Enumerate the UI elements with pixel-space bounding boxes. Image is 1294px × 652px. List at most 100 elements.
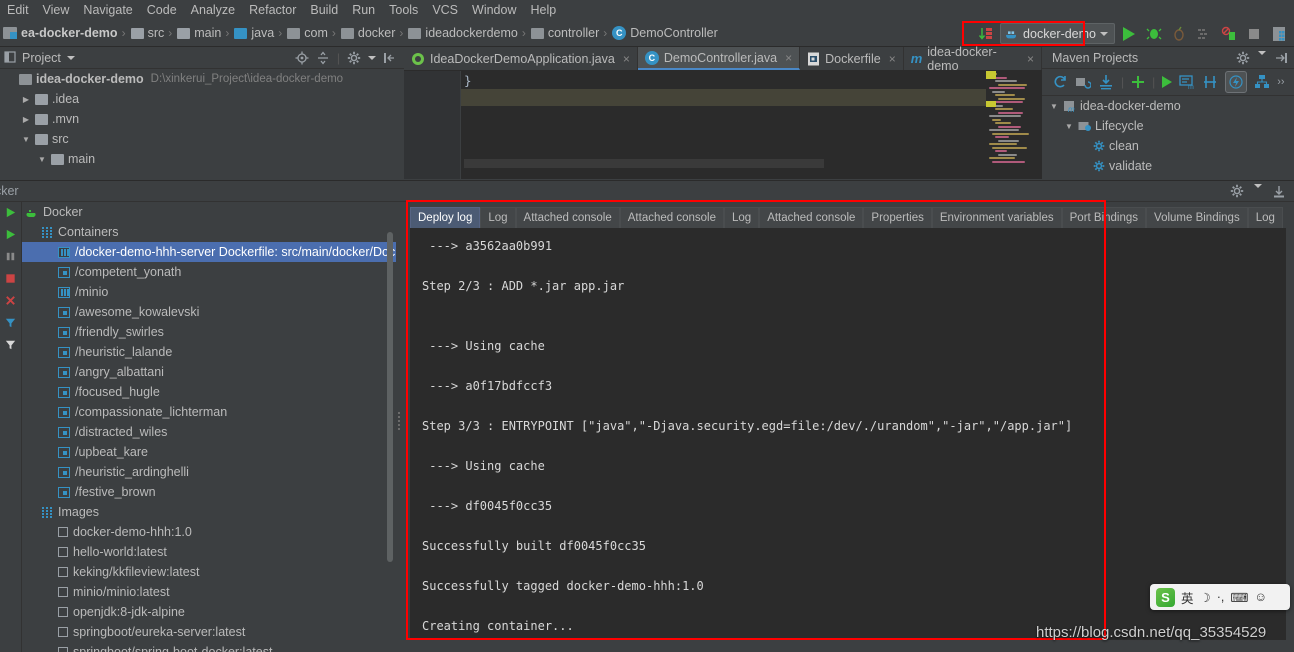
chevron-down-icon[interactable] — [1254, 184, 1262, 188]
pause-icon[interactable] — [4, 250, 17, 263]
docker-tree-row[interactable]: /focused_hugle — [22, 382, 396, 402]
log-tab-bar[interactable]: Deploy logLogAttached consoleAttached co… — [410, 206, 1294, 228]
docker-tree-row[interactable]: /docker-demo-hhh-server Dockerfile: src/… — [22, 242, 396, 262]
close-icon[interactable]: × — [1027, 52, 1034, 66]
chevron-down-icon[interactable] — [67, 56, 75, 60]
project-tree-row[interactable]: ▶.mvn — [0, 109, 404, 129]
breadcrumb-item-controller[interactable]: controller — [528, 26, 601, 40]
settings-gear-icon[interactable] — [347, 51, 361, 65]
profiler-icon[interactable] — [1193, 23, 1215, 45]
download-sources-icon[interactable] — [1098, 74, 1114, 90]
reimport-icon[interactable] — [1052, 74, 1068, 90]
breadcrumb-item-ea-docker-demo[interactable]: ea-docker-demo — [0, 26, 120, 40]
attach-debugger-icon[interactable] — [1218, 23, 1240, 45]
menu-item-refactor[interactable]: Refactor — [242, 1, 303, 19]
project-tree-row[interactable]: ▼src — [0, 129, 404, 149]
ime-item[interactable]: ·, — [1217, 590, 1225, 604]
docker-tree-row[interactable]: springboot/spring-boot-docker:latest — [22, 642, 396, 652]
close-icon[interactable]: × — [785, 51, 792, 65]
settings-gear-icon[interactable] — [1230, 184, 1244, 198]
generate-sources-icon[interactable] — [1075, 74, 1091, 90]
debug-icon[interactable] — [1143, 23, 1165, 45]
project-tree-row[interactable]: ▼main — [0, 149, 404, 169]
code-editor[interactable]: 28 29 } — [404, 71, 1042, 179]
log-tab-properties-6[interactable]: Properties — [863, 207, 931, 228]
docker-tree-row[interactable]: /upbeat_kare — [22, 442, 396, 462]
close-icon[interactable]: × — [889, 52, 896, 66]
settings-gear-icon[interactable] — [1236, 51, 1250, 65]
close-icon[interactable]: × — [623, 52, 630, 66]
log-tab-port-bindings-8[interactable]: Port Bindings — [1062, 207, 1146, 228]
breadcrumb-item-main[interactable]: main — [174, 26, 223, 40]
docker-tree-row[interactable]: /minio — [22, 282, 396, 302]
chevron-down-icon[interactable]: ▼ — [1048, 102, 1060, 111]
project-tree-row[interactable]: ▶.idea — [0, 89, 404, 109]
ime-item[interactable]: ⌨ — [1230, 590, 1248, 605]
sogou-logo-icon[interactable]: S — [1156, 588, 1175, 607]
collapse-all-icon[interactable] — [316, 51, 330, 65]
docker-tree-row[interactable]: minio/minio:latest — [22, 582, 396, 602]
breadcrumb-item-docker[interactable]: docker — [338, 26, 398, 40]
run-button[interactable] — [1118, 23, 1140, 45]
menu-item-help[interactable]: Help — [523, 1, 563, 19]
project-tree[interactable]: idea-docker-demoD:\xinkerui_Project\idea… — [0, 69, 404, 179]
breadcrumb-item-com[interactable]: com — [284, 26, 330, 40]
menu-item-analyze[interactable]: Analyze — [184, 1, 242, 19]
locate-icon[interactable] — [295, 51, 309, 65]
log-tab-attached-console-5[interactable]: Attached console — [759, 207, 863, 228]
ime-item[interactable]: ☺ — [1254, 590, 1267, 604]
project-tree-row[interactable]: idea-docker-demoD:\xinkerui_Project\idea… — [0, 69, 404, 89]
run-maven-goal-icon[interactable] — [1162, 76, 1172, 88]
docker-tree[interactable]: DockerContainers/docker-demo-hhh-server … — [22, 202, 396, 652]
docker-tree-row[interactable]: Containers — [22, 222, 396, 242]
docker-tree-row[interactable]: /compassionate_lichterman — [22, 402, 396, 422]
toggle-offline-icon[interactable] — [1225, 71, 1247, 93]
editor-tab-ideadockerdemoapplication-java[interactable]: IdeaDockerDemoApplication.java× — [404, 47, 638, 70]
chevron-right-icon[interactable]: ▶ — [20, 95, 32, 104]
run-configuration-selector[interactable]: docker-demo — [1000, 23, 1115, 44]
docker-tree-row[interactable]: /heuristic_ardinghelli — [22, 462, 396, 482]
log-tab-deploy-log-0[interactable]: Deploy log — [410, 207, 480, 228]
chevron-right-icon[interactable]: ▶ — [20, 115, 32, 124]
run-icon[interactable] — [4, 206, 17, 219]
chevron-down-icon[interactable] — [368, 56, 376, 60]
breadcrumb-item-ideadockerdemo[interactable]: ideadockerdemo — [405, 26, 519, 40]
database-icon[interactable] — [1268, 23, 1290, 45]
menu-item-build[interactable]: Build — [303, 1, 345, 19]
docker-tree-scrollbar[interactable] — [387, 232, 393, 562]
minimap-viewport[interactable] — [464, 159, 824, 168]
docker-tree-row[interactable]: docker-demo-hhh:1.0 — [22, 522, 396, 542]
chevron-down-icon[interactable] — [1258, 51, 1266, 55]
log-tab-attached-console-2[interactable]: Attached console — [516, 207, 620, 228]
docker-tree-row[interactable]: /heuristic_lalande — [22, 342, 396, 362]
add-icon[interactable] — [1131, 75, 1145, 89]
menu-item-navigate[interactable]: Navigate — [76, 1, 139, 19]
menu-item-vcs[interactable]: VCS — [425, 1, 465, 19]
docker-tree-row[interactable]: hello-world:latest — [22, 542, 396, 562]
breadcrumb-item-src[interactable]: src — [128, 26, 167, 40]
ime-item[interactable]: 英 — [1181, 588, 1194, 607]
coverage-icon[interactable] — [1168, 23, 1190, 45]
execute-goal-icon[interactable]: m — [1179, 74, 1195, 90]
editor-tab-dockerfile[interactable]: Dockerfile× — [800, 47, 904, 70]
log-tab-environment-variables-7[interactable]: Environment variables — [932, 207, 1062, 228]
docker-tree-row[interactable]: springboot/eureka-server:latest — [22, 622, 396, 642]
docker-tree-row[interactable]: /festive_brown — [22, 482, 396, 502]
docker-tree-row[interactable]: Images — [22, 502, 396, 522]
docker-tree-row[interactable]: /distracted_wiles — [22, 422, 396, 442]
maven-toolbar[interactable]: | | m ›› — [1042, 69, 1294, 96]
maven-tree-row[interactable]: validate — [1042, 156, 1294, 176]
breadcrumb-item-java[interactable]: java — [231, 26, 276, 40]
docker-tree-row[interactable]: Docker — [22, 202, 396, 222]
menu-item-tools[interactable]: Tools — [382, 1, 425, 19]
toggle-skip-tests-icon[interactable] — [1202, 74, 1218, 90]
menu-item-view[interactable]: View — [36, 1, 77, 19]
ime-item[interactable]: ☽ — [1200, 590, 1211, 605]
maven-tree-row[interactable]: ▼midea-docker-demo — [1042, 96, 1294, 116]
stop-icon[interactable] — [4, 272, 17, 285]
menu-item-run[interactable]: Run — [345, 1, 382, 19]
log-tab-log-1[interactable]: Log — [480, 207, 515, 228]
show-dependencies-icon[interactable] — [1254, 74, 1270, 90]
breadcrumb-item-democontroller[interactable]: CDemoController — [609, 26, 720, 40]
log-tab-log-10[interactable]: Log — [1248, 207, 1283, 228]
